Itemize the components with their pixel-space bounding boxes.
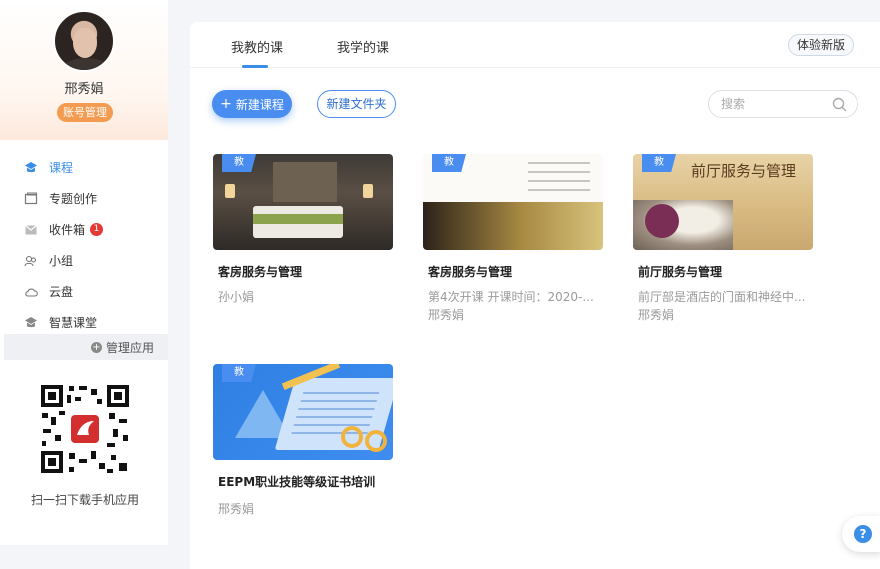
smart-class-icon bbox=[24, 316, 38, 330]
cover-title: 前厅服务与管理 bbox=[691, 162, 797, 180]
sidebar-item-course[interactable]: 课程 bbox=[0, 152, 168, 183]
course-cover: 教 bbox=[423, 154, 603, 250]
course-title[interactable]: 客房服务与管理 bbox=[428, 263, 512, 280]
course-title[interactable]: 前厅服务与管理 bbox=[638, 263, 722, 280]
tab-teaching[interactable]: 我教的课 bbox=[231, 37, 283, 56]
course-tabs: 我教的课 我学的课 体验新版 bbox=[190, 22, 880, 68]
sidebar-item-label: 专题创作 bbox=[49, 192, 98, 206]
course-cover: 教 bbox=[213, 154, 393, 250]
sidebar-item-label: 小组 bbox=[49, 254, 74, 268]
sidebar-item-topic[interactable]: 专题创作 bbox=[0, 183, 168, 214]
manage-apps-label: 管理应用 bbox=[105, 340, 154, 355]
new-course-label: 新建课程 bbox=[235, 97, 284, 112]
sidebar-item-label: 智慧课堂 bbox=[49, 316, 98, 330]
search-input[interactable] bbox=[721, 95, 831, 113]
sidebar-nav: 课程 专题创作 收件箱 1 小组 云盘 智慧课堂 bbox=[0, 152, 168, 338]
course-title[interactable]: EEPM职业技能等级证书培训 bbox=[218, 473, 375, 490]
plus-circle-icon: + bbox=[90, 341, 102, 353]
teach-tag: 教 bbox=[642, 154, 676, 172]
cloud-icon bbox=[24, 285, 38, 299]
qr-code bbox=[39, 383, 131, 475]
course-card[interactable]: 教 客房服务与管理 孙小娟 bbox=[213, 154, 393, 324]
avatar[interactable] bbox=[53, 10, 115, 72]
course-teacher: 邢秀娟 bbox=[218, 502, 255, 516]
sidebar-item-label: 收件箱 bbox=[49, 223, 86, 237]
plus-icon: + bbox=[220, 96, 232, 112]
course-card[interactable]: 教 EEPM职业技能等级证书培训 邢秀娟 bbox=[213, 364, 393, 534]
question-icon: ? bbox=[854, 525, 872, 543]
new-course-button[interactable]: + 新建课程 bbox=[212, 90, 292, 118]
course-cover: 前厅服务与管理 教 bbox=[633, 154, 813, 250]
course-teacher: 邢秀娟 bbox=[638, 308, 675, 322]
inbox-icon bbox=[24, 223, 38, 237]
course-description: 前厅部是酒店的门面和神经中... bbox=[638, 290, 806, 304]
main-panel: 我教的课 我学的课 体验新版 + 新建课程 新建文件夹 教 客房服务与管理 孙小… bbox=[190, 22, 880, 569]
course-card[interactable]: 教 客房服务与管理 第4次开课 开课时间：2020-... 邢秀娟 bbox=[423, 154, 603, 324]
topic-icon bbox=[24, 192, 38, 206]
course-icon bbox=[24, 161, 38, 175]
tab-learning[interactable]: 我学的课 bbox=[337, 37, 389, 56]
try-new-version-button[interactable]: 体验新版 bbox=[788, 34, 854, 56]
teach-tag: 教 bbox=[222, 364, 256, 382]
sidebar-item-label: 云盘 bbox=[49, 285, 74, 299]
search-box bbox=[708, 90, 858, 118]
sidebar-item-inbox[interactable]: 收件箱 1 bbox=[0, 214, 168, 245]
search-icon[interactable] bbox=[832, 97, 847, 112]
course-cover: 教 bbox=[213, 364, 393, 460]
manage-apps-button[interactable]: + 管理应用 bbox=[4, 334, 168, 360]
active-tab-indicator bbox=[242, 65, 268, 68]
course-card[interactable]: 前厅服务与管理 教 前厅服务与管理 前厅部是酒店的门面和神经中... 邢秀娟 bbox=[633, 154, 813, 324]
unread-badge: 1 bbox=[90, 223, 104, 236]
sidebar-item-group[interactable]: 小组 bbox=[0, 245, 168, 276]
teach-tag: 教 bbox=[222, 154, 256, 172]
new-folder-button[interactable]: 新建文件夹 bbox=[317, 90, 396, 118]
help-button[interactable]: ? bbox=[842, 516, 880, 552]
course-session-info: 第4次开课 开课时间：2020-... bbox=[428, 290, 594, 304]
course-teacher: 邢秀娟 bbox=[428, 308, 465, 322]
group-icon bbox=[24, 254, 38, 268]
sidebar: 邢秀娟 账号管理 课程 专题创作 收件箱 1 小组 云盘 智慧课堂 + 管理应用… bbox=[0, 0, 168, 545]
account-management-button[interactable]: 账号管理 bbox=[57, 103, 113, 122]
user-name: 邢秀娟 bbox=[64, 82, 104, 97]
sidebar-item-label: 课程 bbox=[49, 161, 74, 175]
course-teacher: 孙小娟 bbox=[218, 290, 255, 304]
qr-caption: 扫一扫下载手机应用 bbox=[30, 493, 139, 507]
course-title[interactable]: 客房服务与管理 bbox=[218, 263, 302, 280]
sidebar-item-cloud[interactable]: 云盘 bbox=[0, 276, 168, 307]
teach-tag: 教 bbox=[432, 154, 466, 172]
